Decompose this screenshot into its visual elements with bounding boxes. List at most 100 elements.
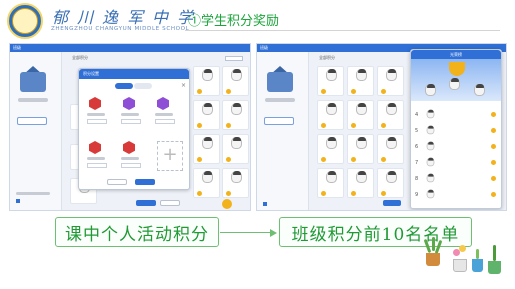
- section-title: ①学生积分奖励: [188, 14, 280, 29]
- student-card[interactable]: [193, 100, 220, 130]
- student-card[interactable]: [222, 168, 249, 198]
- student-avatar-icon: [231, 137, 242, 149]
- coin-icon: [381, 89, 386, 94]
- option-checkbox[interactable]: [16, 199, 20, 203]
- award-badge-icon[interactable]: [89, 141, 101, 154]
- student-card[interactable]: [347, 168, 374, 198]
- student-avatar-icon: [326, 137, 337, 149]
- rank-number: 9: [415, 192, 419, 198]
- coin-icon: [491, 128, 496, 133]
- cancel-button[interactable]: [107, 179, 127, 185]
- student-avatar-icon: [231, 171, 242, 183]
- class-sidebar: [257, 52, 309, 210]
- honor-roll-header: 光荣榜: [411, 50, 501, 59]
- student-avatar-icon: [386, 103, 397, 115]
- arrow-right-icon: [270, 229, 277, 237]
- coin-icon: [381, 157, 386, 162]
- points-stepper[interactable]: [121, 163, 141, 168]
- student-avatar-icon: [202, 69, 213, 81]
- student-avatar-icon: [231, 69, 242, 81]
- award-label: [121, 113, 139, 116]
- window-title: 班级: [260, 45, 268, 50]
- student-card[interactable]: [347, 100, 374, 130]
- award-badge-icon[interactable]: [123, 141, 135, 154]
- student-avatar-icon: [426, 125, 435, 135]
- student-card[interactable]: [377, 134, 404, 164]
- student-card[interactable]: [317, 100, 344, 130]
- tab-deduct-points[interactable]: [134, 83, 152, 89]
- confirm-button[interactable]: [135, 179, 155, 185]
- select-button[interactable]: [136, 200, 156, 206]
- add-award-button[interactable]: +: [157, 141, 183, 171]
- tab-all-points[interactable]: 全部积分: [72, 55, 88, 61]
- award-label: [155, 113, 173, 116]
- potted-plants-decoration: [418, 235, 510, 285]
- student-card[interactable]: [193, 134, 220, 164]
- caption-activity-points: 课中个人活动积分: [55, 217, 219, 247]
- student-card[interactable]: [317, 66, 344, 96]
- student-avatar-icon: [426, 173, 435, 183]
- leaf: [423, 238, 432, 254]
- coin-icon: [351, 123, 356, 128]
- ranking-row: 4: [415, 109, 497, 120]
- tab-add-points[interactable]: [115, 83, 133, 89]
- flower-pot: [426, 253, 440, 266]
- blurred-class-name: [18, 98, 48, 102]
- class-sidebar: [10, 52, 62, 210]
- points-stepper[interactable]: [87, 119, 107, 124]
- points-stepper[interactable]: [87, 163, 107, 168]
- student-card[interactable]: [193, 66, 220, 96]
- student-card[interactable]: [377, 100, 404, 130]
- tab-all-points[interactable]: 全部积分: [319, 55, 335, 61]
- student-avatar-icon: [426, 141, 435, 151]
- option-checkbox[interactable]: [263, 202, 267, 206]
- coin-icon: [351, 191, 356, 196]
- class-avatar-icon: [267, 72, 293, 92]
- points-stepper[interactable]: [155, 119, 175, 124]
- coin-icon: [226, 123, 231, 128]
- coin-icon: [197, 157, 202, 162]
- student-avatar-icon: [326, 69, 337, 81]
- student-avatar-icon: [426, 189, 435, 199]
- flower-pot: [472, 259, 483, 272]
- student-card[interactable]: [222, 134, 249, 164]
- points-stepper[interactable]: [121, 119, 141, 124]
- student-card[interactable]: [317, 168, 344, 198]
- rank-number: 6: [415, 144, 419, 150]
- header-divider: [185, 30, 500, 31]
- close-icon[interactable]: ×: [181, 82, 186, 89]
- leaf: [432, 237, 435, 251]
- leaf: [476, 249, 479, 259]
- class-action-button[interactable]: [264, 117, 294, 125]
- coin-icon: [197, 191, 202, 196]
- award-label: [87, 157, 105, 160]
- random-button[interactable]: [160, 200, 180, 206]
- window-titlebar: 班级: [10, 44, 250, 52]
- honor-roll-panel: 光荣榜 4 5 6 7 8 9: [410, 49, 502, 209]
- school-name-cn: 郁川逸军中学: [52, 8, 203, 27]
- flower-pot: [488, 261, 501, 274]
- student-card[interactable]: [377, 168, 404, 198]
- student-avatar-icon: [202, 103, 213, 115]
- student-card[interactable]: [222, 66, 249, 96]
- rank-number: 8: [415, 176, 419, 182]
- award-label: [87, 113, 105, 116]
- top-right-button[interactable]: [225, 56, 243, 61]
- student-avatar-icon: [326, 103, 337, 115]
- class-action-button[interactable]: [17, 117, 47, 125]
- award-badge-icon[interactable]: [157, 97, 169, 110]
- student-card[interactable]: [347, 66, 374, 96]
- award-badge-icon[interactable]: [89, 97, 101, 110]
- school-name-en: ZHENGZHOU CHANGYUN MIDDLE SCHOOL: [51, 26, 190, 32]
- user-avatar[interactable]: [222, 199, 232, 209]
- flower-icon: [459, 245, 466, 252]
- select-button[interactable]: [383, 200, 401, 206]
- student-card[interactable]: [222, 100, 249, 130]
- student-avatar-icon: [231, 103, 242, 115]
- award-badge-icon[interactable]: [123, 97, 135, 110]
- student-card[interactable]: [317, 134, 344, 164]
- student-card[interactable]: [193, 168, 220, 198]
- student-avatar-icon: [356, 171, 367, 183]
- student-card[interactable]: [347, 134, 374, 164]
- student-card[interactable]: [377, 66, 404, 96]
